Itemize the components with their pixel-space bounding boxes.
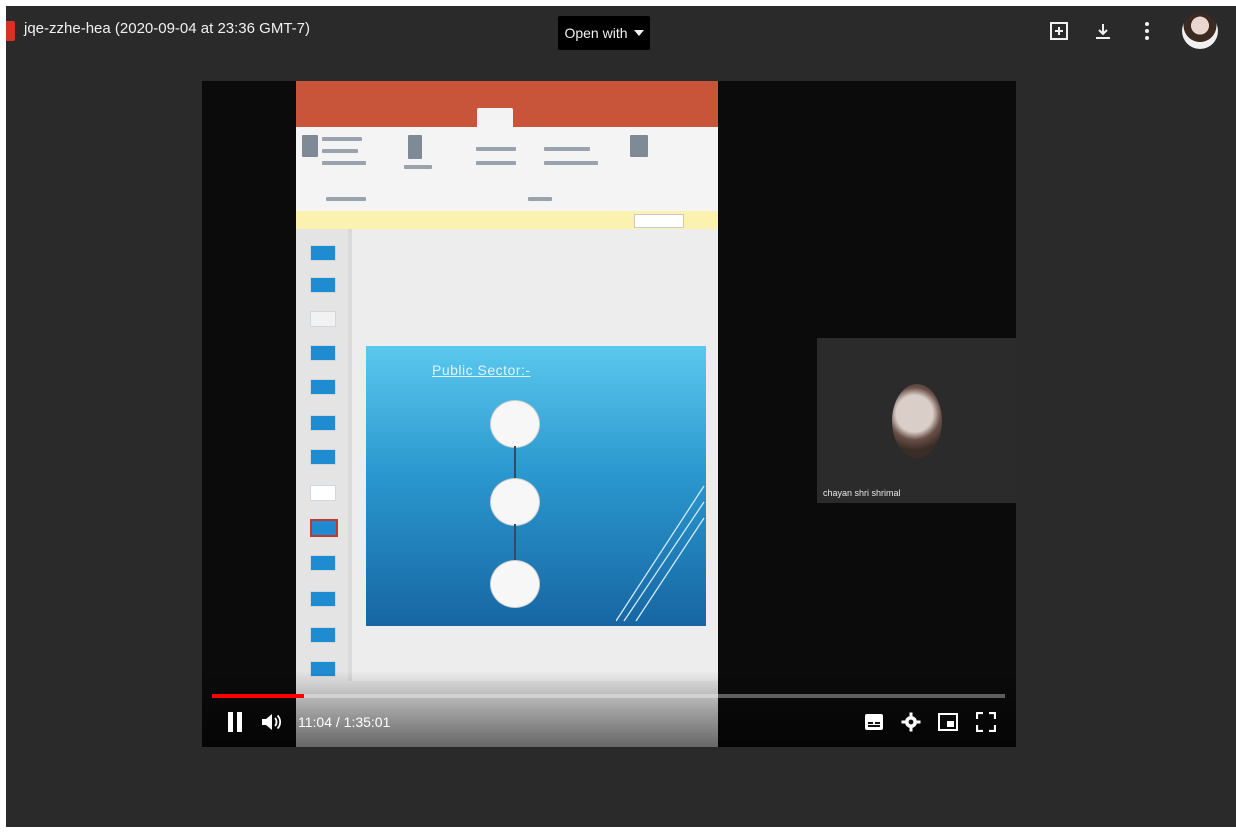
subtitles-icon[interactable]: [861, 709, 887, 735]
pause-icon[interactable]: [222, 709, 248, 735]
participant-avatar: [892, 384, 942, 458]
add-to-drive-icon[interactable]: [1046, 18, 1072, 44]
flow-node-2: [490, 478, 540, 526]
player-controls: 11:04 / 1:35:01: [202, 671, 1016, 747]
video-player[interactable]: Public Sector:- chayan shri shrimal 11:0…: [202, 81, 1016, 747]
decorative-lines: [616, 485, 705, 622]
settings-icon[interactable]: [898, 709, 924, 735]
thumbnail-scrollbar: [348, 229, 352, 747]
flow-node-3: [490, 560, 540, 608]
open-with-button[interactable]: Open with: [558, 16, 650, 50]
chevron-down-icon: [633, 30, 644, 36]
seek-bar[interactable]: [212, 694, 1005, 698]
current-slide: Public Sector:-: [366, 346, 706, 626]
open-with-label: Open with: [564, 25, 628, 41]
shared-screen-powerpoint: Public Sector:-: [296, 81, 718, 747]
participant-tile: chayan shri shrimal: [817, 338, 1016, 503]
more-options-icon[interactable]: [1134, 18, 1160, 44]
participant-name: chayan shri shrimal: [823, 488, 901, 498]
file-title: jqe-zzhe-hea (2020-09-04 at 23:36 GMT-7): [24, 20, 310, 37]
user-avatar[interactable]: [1182, 13, 1218, 49]
update-now-button: [634, 214, 684, 228]
slide-title: Public Sector:-: [432, 362, 531, 378]
slide-thumbnails: [296, 229, 348, 747]
video-file-icon: [6, 21, 15, 41]
ribbon: [296, 127, 718, 212]
miniplayer-icon[interactable]: [935, 709, 961, 735]
time-display: 11:04 / 1:35:01: [298, 714, 391, 730]
download-icon[interactable]: [1090, 18, 1116, 44]
slide-show-tab: [477, 108, 513, 127]
volume-icon[interactable]: [258, 709, 284, 735]
top-bar: jqe-zzhe-hea (2020-09-04 at 23:36 GMT-7)…: [6, 6, 1236, 58]
video-viewer: jqe-zzhe-hea (2020-09-04 at 23:36 GMT-7)…: [6, 6, 1236, 827]
fullscreen-icon[interactable]: [973, 709, 999, 735]
seek-bar-progress: [212, 694, 305, 698]
flow-node-1: [490, 400, 540, 448]
app-title-bar: [296, 81, 718, 105]
